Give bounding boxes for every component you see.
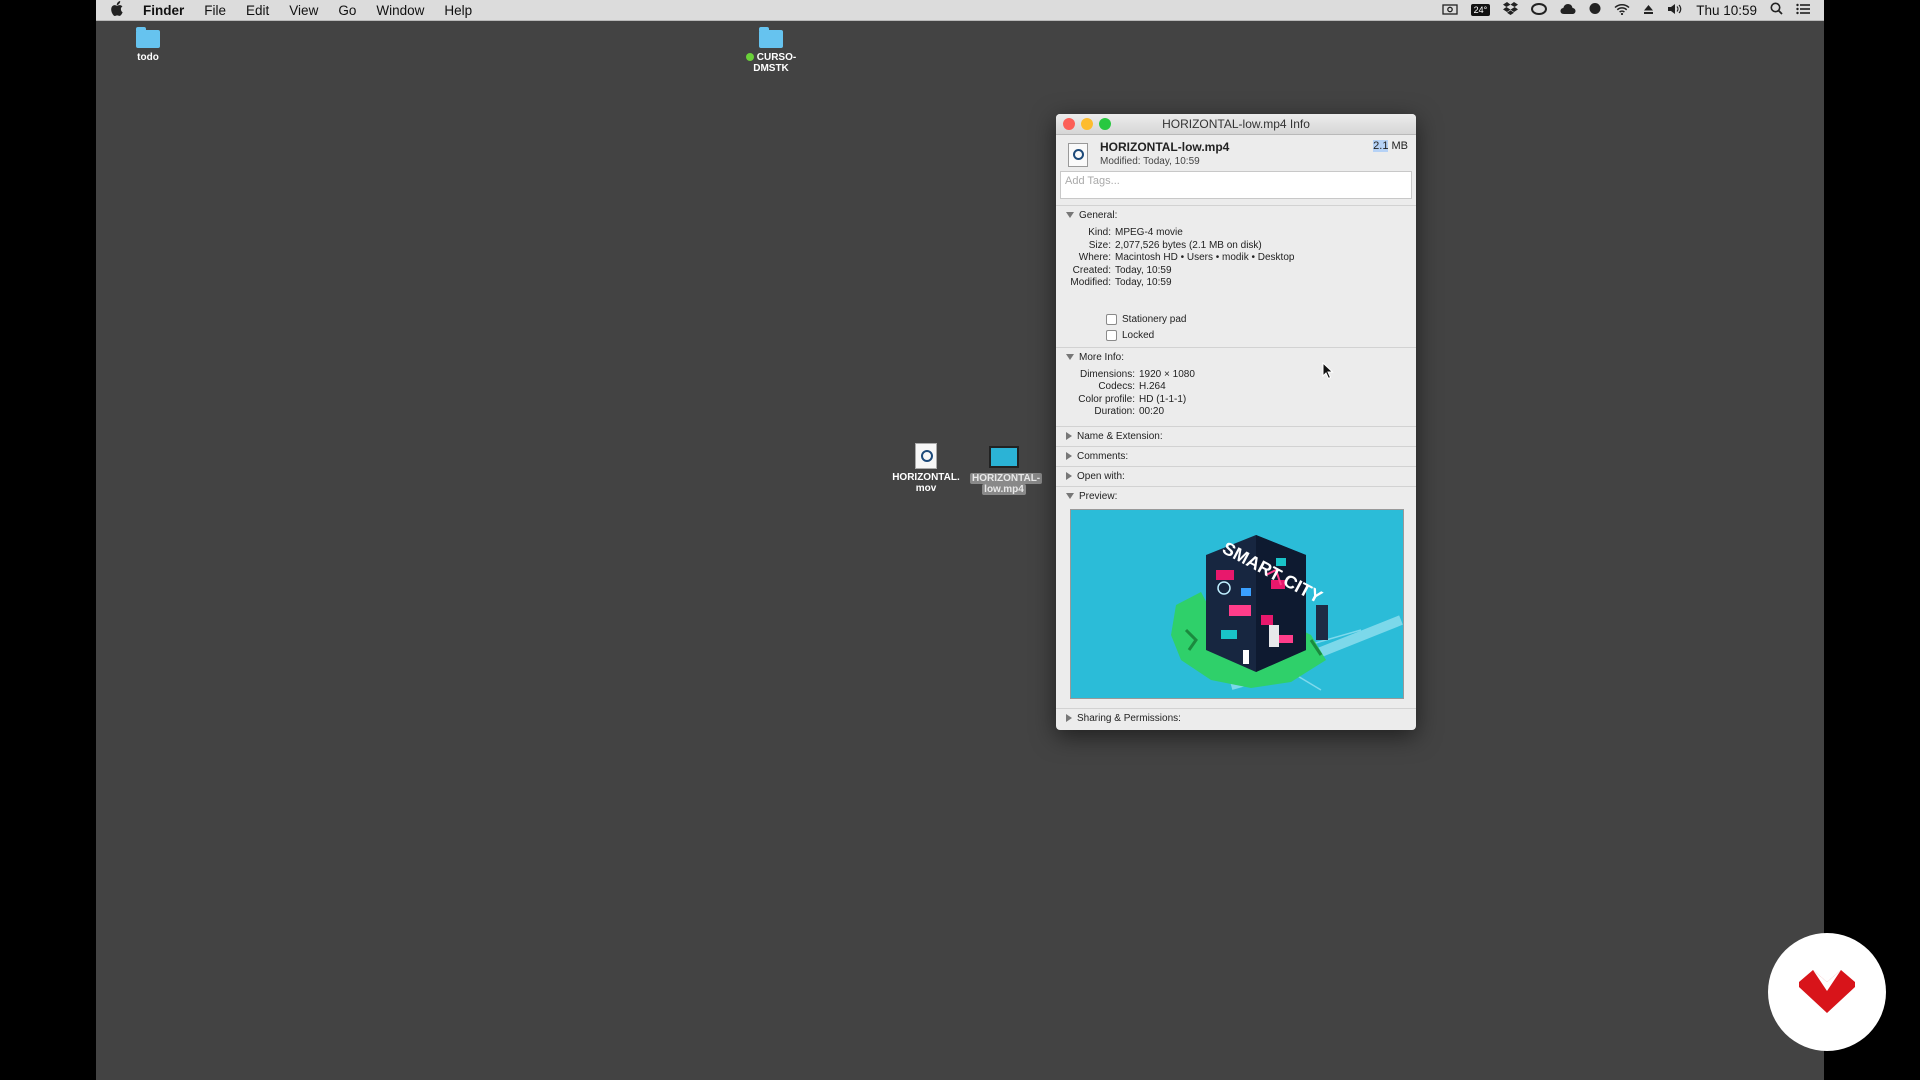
name-extension-section[interactable]: Name & Extension: (1056, 425, 1416, 446)
apple-menu-icon[interactable] (110, 1, 123, 19)
desktop-icon-label: CURSO- (739, 52, 803, 63)
preview-section: Preview: SMART CITY (1056, 485, 1416, 708)
tags-field[interactable]: Add Tags... (1060, 171, 1412, 199)
desktop-icon-label: HORIZONTAL- (970, 473, 1043, 484)
quicktime-file-icon (915, 443, 937, 469)
more-info-section: More Info: Dimensions: 1920 × 1080 Codecs… (1056, 346, 1416, 426)
comments-section[interactable]: Comments: (1056, 445, 1416, 466)
quicktime-file-icon (1068, 143, 1088, 167)
where-row: Where: Macintosh HD • Users • modik • Des… (1078, 252, 1295, 263)
info-window-titlebar[interactable]: HORIZONTAL-low.mp4 Info (1056, 114, 1416, 135)
menu-help[interactable]: Help (444, 3, 472, 18)
menu-window[interactable]: Window (376, 3, 424, 18)
dropbox-icon[interactable] (1503, 2, 1519, 18)
desktop-folder-curso-dmstk[interactable]: CURSO- DMSTK (739, 27, 803, 74)
created-row: Created: Today, 10:59 (1072, 264, 1172, 276)
disclosure-open-icon[interactable] (1066, 492, 1074, 499)
menu-file[interactable]: File (204, 3, 226, 18)
color-profile-row: Color profile: HD (1-1-1) (1078, 393, 1187, 405)
heart-logo-icon (1799, 970, 1855, 1013)
dimensions-row: Dimensions: 1920 × 1080 (1079, 368, 1195, 380)
mouse-pointer-icon (1322, 362, 1334, 380)
notification-center-icon[interactable] (1796, 3, 1810, 18)
clock[interactable]: Thu 10:59 (1696, 3, 1757, 18)
modified-row: Modified: Today, 10:59 (1070, 277, 1172, 288)
menu-view[interactable]: View (289, 3, 318, 18)
file-name: HORIZONTAL-low.mp4 (1100, 140, 1230, 154)
spotlight-search-icon[interactable] (1770, 2, 1783, 18)
wifi-icon[interactable] (1614, 3, 1630, 18)
menu-finder[interactable]: Finder (143, 3, 184, 18)
desktop-icon-label-line2: low.mp4 (982, 484, 1026, 495)
green-tag-dot (745, 53, 754, 61)
menu-bar: Finder File Edit View Go Window Help 24°… (96, 0, 1824, 21)
disclosure-open-icon[interactable] (1066, 212, 1074, 219)
desktop: Finder File Edit View Go Window Help 24°… (96, 0, 1824, 1080)
desktop-file-horizontal-low-mp4[interactable]: HORIZONTAL- low.mp4 (970, 443, 1043, 495)
size-row: Size: 2,077,526 bytes (2.1 MB on disk) (1088, 239, 1262, 251)
desktop-icon-label: HORIZONTAL. (892, 472, 960, 483)
zoom-button[interactable] (1099, 118, 1111, 130)
more-info-disclosure[interactable]: More Info: (1066, 351, 1406, 364)
disclosure-closed-icon[interactable] (1066, 451, 1072, 460)
file-modified: Modified: Today, 10:59 (1100, 156, 1200, 167)
general-disclosure[interactable]: General: (1066, 209, 1406, 222)
folder-icon (136, 27, 160, 48)
desktop-icon-label-line2: mov (915, 483, 937, 494)
video-preview-image[interactable]: SMART CITY (1070, 508, 1404, 699)
disclosure-closed-icon[interactable] (1066, 471, 1072, 480)
close-button[interactable] (1063, 118, 1075, 130)
desktop-icon-label-line2: DMSTK (753, 63, 789, 74)
kind-row: Kind: MPEG-4 movie (1088, 227, 1183, 238)
info-header: HORIZONTAL-low.mp4 Modified: Today, 10:5… (1056, 135, 1416, 171)
info-window: HORIZONTAL-low.mp4 Info HORIZONTAL-low.m… (1056, 114, 1416, 730)
watermark-logo (1768, 933, 1886, 1051)
video-thumbnail-icon (989, 446, 1019, 468)
desktop-icon-label: todo (137, 52, 159, 63)
location-icon[interactable] (1589, 2, 1601, 18)
desktop-folder-todo[interactable]: todo (124, 27, 172, 63)
stationery-pad-checkbox[interactable]: Stationery pad (1106, 312, 1406, 328)
desktop-file-horizontal-mov[interactable]: HORIZONTAL. mov (892, 443, 960, 494)
general-section: General: Kind: MPEG-4 movie Size: 2,077,52… (1056, 205, 1416, 347)
temperature-badge[interactable]: 24° (1470, 4, 1491, 16)
folder-icon (759, 27, 783, 48)
file-size: 2.1 MB (1373, 140, 1408, 152)
disclosure-closed-icon[interactable] (1066, 431, 1072, 440)
menu-go[interactable]: Go (338, 3, 356, 18)
minimize-button[interactable] (1081, 118, 1093, 130)
open-with-section[interactable]: Open with: (1056, 465, 1416, 486)
creative-cloud-icon[interactable] (1531, 2, 1548, 18)
window-title: HORIZONTAL-low.mp4 Info (1162, 117, 1310, 131)
codecs-row: Codecs: H.264 (1098, 381, 1166, 392)
preview-disclosure[interactable]: Preview: (1066, 490, 1406, 503)
screenshot-icon[interactable] (1441, 3, 1458, 18)
eject-icon[interactable] (1643, 3, 1654, 18)
volume-icon[interactable] (1667, 3, 1683, 18)
locked-checkbox[interactable]: Locked (1106, 328, 1406, 344)
cloud-upload-icon[interactable] (1560, 3, 1576, 18)
disclosure-open-icon[interactable] (1066, 353, 1074, 360)
disclosure-closed-icon[interactable] (1066, 713, 1072, 722)
menu-edit[interactable]: Edit (246, 3, 269, 18)
sharing-permissions-section[interactable]: Sharing & Permissions: (1056, 707, 1416, 728)
duration-row: Duration: 00:20 (1094, 406, 1165, 417)
